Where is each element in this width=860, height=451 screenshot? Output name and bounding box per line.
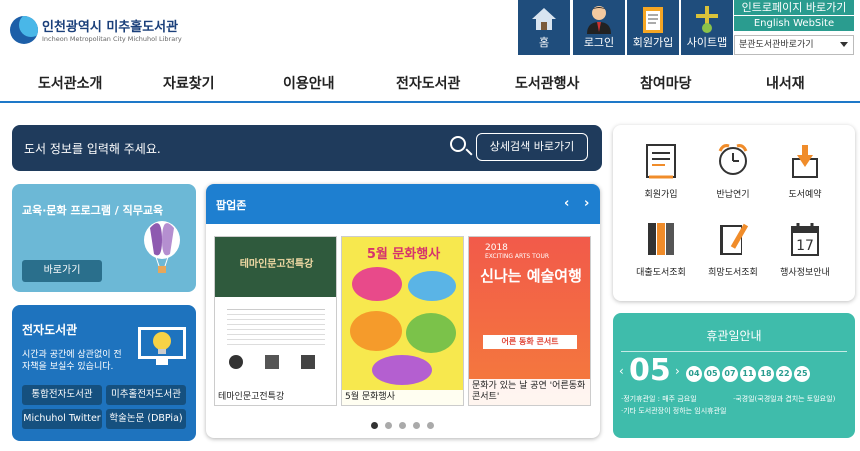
chevron-down-icon: [840, 42, 848, 47]
quick-signup[interactable]: 회원가입: [631, 141, 691, 201]
nav-item-community[interactable]: 참여마당: [640, 73, 692, 93]
carousel-dot[interactable]: [413, 422, 420, 429]
poster-2-caption: 5월 문화행사: [342, 390, 463, 405]
popup-zone: 팝업존 ‹ › 테마인문고전특강 테마인문고전특강 5월 문화행사 5월 문화행…: [206, 184, 600, 438]
elibrary-title: 전자도서관: [22, 323, 78, 337]
clipboard-icon: [627, 0, 679, 36]
carousel-dot[interactable]: [399, 422, 406, 429]
michuhol-elibrary-link[interactable]: 미추홀전자도서관: [106, 385, 186, 405]
carousel-dot-active[interactable]: [371, 422, 378, 429]
svg-text:17: 17: [796, 238, 814, 254]
english-website-link[interactable]: English WebSite: [734, 16, 854, 31]
nav-item-about[interactable]: 도서관소개: [38, 73, 102, 93]
nav-item-my-library[interactable]: 내서재: [766, 73, 805, 93]
poster-1-caption: 테마인문고전특강: [215, 390, 336, 405]
popup-poster-1[interactable]: 테마인문고전특강 테마인문고전특강: [214, 236, 337, 406]
closed-day: 04: [686, 366, 702, 382]
closed-day: 11: [740, 366, 756, 382]
intro-page-link[interactable]: 인트로페이지 바로가기: [734, 0, 854, 15]
sitemap-icon: [681, 0, 733, 36]
board-icon: [646, 144, 676, 179]
monitor-bulb-icon: [136, 323, 188, 372]
twitter-link[interactable]: Michuhol Twitter: [22, 409, 102, 429]
quick-loan-status[interactable]: 대출도서조회: [631, 219, 691, 279]
closed-day: 25: [794, 366, 810, 382]
nav-item-elibrary[interactable]: 전자도서관: [396, 73, 460, 93]
alarm-clock-icon: [718, 144, 748, 175]
home-icon: [518, 0, 570, 36]
nav-item-search[interactable]: 자료찾기: [163, 73, 215, 93]
integrated-elibrary-link[interactable]: 통합전자도서관: [22, 385, 102, 405]
month-next-button[interactable]: ›: [675, 364, 680, 378]
books-icon: [648, 223, 674, 255]
popup-poster-2[interactable]: 5월 문화행사 5월 문화행사: [341, 236, 464, 406]
box-arrow-icon: [792, 145, 818, 178]
closed-day: 05: [704, 366, 720, 382]
closed-days-card: 휴관일안내 ‹ 05 › 04 05 07 11 18 22 25 ·정기휴관일…: [613, 313, 855, 438]
closed-note-temporary: ·기타 도서관장이 정하는 임시휴관일: [621, 407, 727, 415]
search-icon[interactable]: [450, 136, 466, 152]
nav-item-guide[interactable]: 이용안내: [283, 73, 335, 93]
popup-title: 팝업존: [216, 199, 247, 212]
closed-day: 07: [722, 366, 738, 382]
calendar-icon: 17: [791, 223, 819, 256]
poster-3-banner: 어른 동화 콘서트: [483, 335, 577, 349]
nav-item-events[interactable]: 도서관행사: [515, 73, 579, 93]
hot-air-balloon-icon: [140, 220, 184, 279]
edu-program-card: 교육·문화 프로그램 / 직무교육 바로가기: [12, 184, 196, 292]
logo-subtitle: Incheon Metropolitan City Michuhol Libra…: [42, 35, 182, 43]
elibrary-card: 전자도서관 시간과 공간에 상관없이 전자책을 보실수 있습니다. 통합전자도서…: [12, 305, 196, 441]
user-icon: [573, 0, 625, 36]
quick-renewal[interactable]: 반납연기: [703, 141, 763, 201]
closed-day: 18: [758, 366, 774, 382]
dbpia-link[interactable]: 학술논문 (DBPia): [106, 409, 186, 429]
popup-header: 팝업존 ‹ ›: [206, 184, 600, 224]
quick-event-info[interactable]: 17 행사정보안내: [775, 219, 835, 279]
popup-prev-button[interactable]: ‹: [564, 196, 569, 211]
search-input[interactable]: 도서 정보를 입력해 주세요.: [24, 140, 161, 157]
quick-menu: 회원가입 반납연기 도서예약 대출도서조회 희망도서조회 17 행사정보안내: [613, 125, 855, 301]
closed-note-holidays: ·국경일(국경일과 겹치는 토일요일): [733, 395, 836, 403]
sitemap-button[interactable]: 사이트맵: [681, 0, 733, 55]
poster-1-headline: 테마인문고전특강: [239, 259, 314, 270]
main-nav: 도서관소개 자료찾기 이용안내 전자도서관 도서관행사 참여마당 내서재: [0, 63, 860, 103]
poster-2-headline: 5월 문화행사: [366, 247, 441, 262]
poster-3-tour: EXCITING ARTS TOUR: [485, 253, 550, 260]
closed-note-regular: ·정기휴관일 : 매주 금요일: [621, 395, 697, 403]
carousel-dot[interactable]: [385, 422, 392, 429]
closed-days-title: 휴관일안내: [706, 329, 762, 343]
logo-mark-icon: [10, 16, 38, 44]
month-prev-button[interactable]: ‹: [619, 364, 624, 378]
popup-poster-3[interactable]: 2018 EXCITING ARTS TOUR 신나는 예술여행 어른 동화 콘…: [468, 236, 591, 406]
quick-wish-books[interactable]: 희망도서조회: [703, 219, 763, 279]
divider: [621, 351, 847, 352]
closed-month: 05: [629, 353, 671, 388]
book-pencil-icon: [720, 223, 749, 255]
signup-button[interactable]: 회원가입: [627, 0, 679, 55]
poster-3-caption: 문화가 있는 날 공연 '어른동화 콘서트': [469, 379, 590, 405]
closed-day: 22: [776, 366, 792, 382]
poster-3-headline: 신나는 예술여행: [480, 267, 582, 285]
logo-title: 인천광역시 미추홀도서관: [42, 20, 179, 35]
login-button[interactable]: 로그인: [573, 0, 625, 55]
search-bar: 도서 정보를 입력해 주세요. 상세검색 바로가기: [12, 125, 602, 171]
edu-title: 교육·문화 프로그램 / 직무교육: [22, 204, 164, 217]
home-button[interactable]: 홈: [518, 0, 570, 55]
library-logo[interactable]: 인천광역시 미추홀도서관 Incheon Metropolitan City M…: [10, 14, 182, 48]
quick-reservation[interactable]: 도서예약: [775, 141, 835, 201]
elibrary-description: 시간과 공간에 상관없이 전자책을 보실수 있습니다.: [22, 350, 122, 372]
poster-3-year: 2018: [485, 243, 508, 253]
advanced-search-button[interactable]: 상세검색 바로가기: [476, 133, 588, 161]
edu-go-button[interactable]: 바로가기: [22, 260, 102, 282]
branch-library-select[interactable]: 분관도서관바로가기: [734, 35, 854, 55]
popup-next-button[interactable]: ›: [584, 196, 589, 211]
carousel-dot[interactable]: [427, 422, 434, 429]
